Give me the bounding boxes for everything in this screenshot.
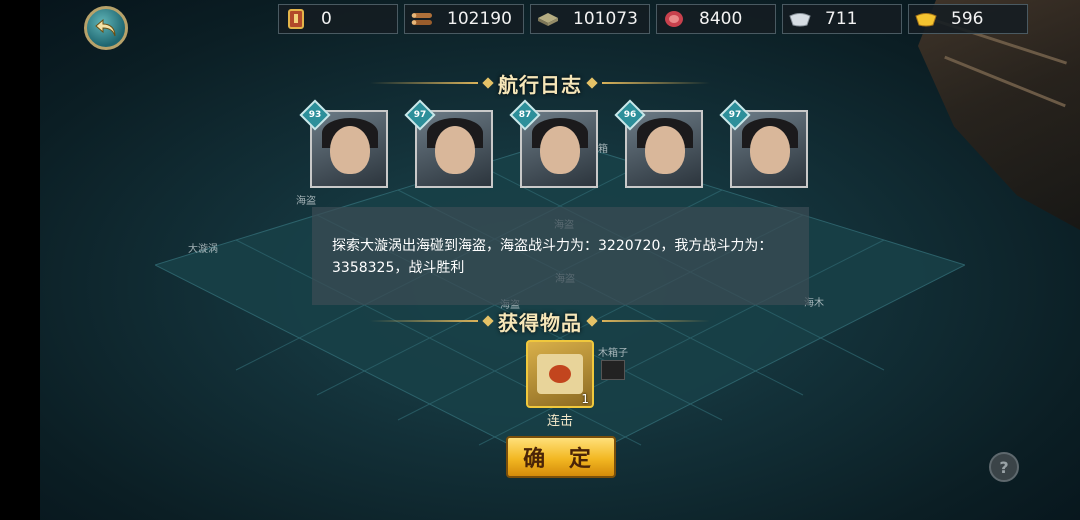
resource-value: 8400 bbox=[699, 9, 743, 29]
resource-value: 102190 bbox=[447, 9, 512, 29]
silver-ingot-icon bbox=[787, 8, 813, 30]
diamond-ornament-icon bbox=[482, 77, 494, 89]
resource-value: 101073 bbox=[573, 9, 638, 29]
resource-stone[interactable]: 101073 bbox=[530, 4, 650, 34]
divider bbox=[602, 320, 710, 322]
meat-icon bbox=[661, 8, 687, 30]
map-label-wooden-box[interactable]: 木箱子 bbox=[598, 344, 628, 359]
resource-wood[interactable]: 102190 bbox=[404, 4, 524, 34]
hero-portrait[interactable]: 97 bbox=[404, 99, 493, 188]
hero-portrait[interactable]: 96 bbox=[614, 99, 703, 188]
hero-face bbox=[750, 126, 790, 174]
hero-level: 87 bbox=[518, 110, 532, 120]
divider bbox=[370, 82, 478, 84]
hero-level: 97 bbox=[413, 110, 427, 120]
hero-face bbox=[435, 126, 475, 174]
reward-name: 连击 bbox=[546, 414, 573, 429]
resource-gold[interactable]: 596 bbox=[908, 4, 1028, 34]
divider bbox=[602, 82, 710, 84]
left-edge bbox=[0, 0, 40, 520]
resource-silver[interactable]: 711 bbox=[782, 4, 902, 34]
back-arrow-icon bbox=[95, 18, 116, 37]
map-label-pirate[interactable]: 海盗 bbox=[296, 192, 316, 207]
hero-portrait[interactable]: 97 bbox=[719, 99, 808, 188]
reward-item[interactable]: 1 bbox=[526, 340, 594, 408]
hero-face bbox=[645, 126, 685, 174]
map-label-vortex[interactable]: 大漩涡 bbox=[188, 240, 218, 255]
wood-logs-icon bbox=[409, 8, 435, 30]
scroll-seal bbox=[549, 365, 571, 383]
panel-title: 航行日志 bbox=[498, 72, 582, 97]
resource-bar: 0 102190 101073 8400 711 596 bbox=[278, 4, 1028, 34]
battle-result-message: 探索大漩涡出海碰到海盗，海盗战斗力为：3220720，我方战斗力为：335832… bbox=[312, 207, 809, 305]
rewards-header: 获得物品 bbox=[370, 308, 710, 335]
back-button[interactable] bbox=[84, 6, 128, 50]
diamond-ornament-icon bbox=[482, 315, 494, 327]
hero-portrait[interactable]: 87 bbox=[509, 99, 598, 188]
help-button[interactable]: ? bbox=[989, 452, 1019, 482]
resource-meat[interactable]: 8400 bbox=[656, 4, 776, 34]
order-token-icon bbox=[283, 8, 309, 30]
hero-face bbox=[330, 126, 370, 174]
diamond-ornament-icon bbox=[586, 77, 598, 89]
gold-ingot-icon bbox=[913, 8, 939, 30]
resource-value: 0 bbox=[321, 9, 332, 29]
stone-bricks-icon bbox=[535, 8, 561, 30]
hero-face bbox=[540, 126, 580, 174]
resource-value: 596 bbox=[951, 9, 984, 29]
resource-order-token[interactable]: 0 bbox=[278, 4, 398, 34]
hero-portraits: 93 97 87 96 97 bbox=[299, 99, 808, 188]
hero-level: 96 bbox=[623, 110, 637, 120]
diamond-ornament-icon bbox=[586, 315, 598, 327]
scroll-icon bbox=[537, 354, 583, 394]
rewards-title: 获得物品 bbox=[498, 310, 582, 335]
hero-level: 97 bbox=[728, 110, 742, 120]
wooden-box-icon[interactable] bbox=[601, 360, 625, 380]
reward-count: 1 bbox=[581, 392, 589, 406]
resource-value: 711 bbox=[825, 9, 858, 29]
voyage-log-header: 航行日志 bbox=[370, 70, 710, 97]
divider bbox=[370, 320, 478, 322]
hero-level: 93 bbox=[308, 110, 322, 120]
hero-portrait[interactable]: 93 bbox=[299, 99, 388, 188]
confirm-button[interactable]: 确 定 bbox=[506, 436, 616, 478]
